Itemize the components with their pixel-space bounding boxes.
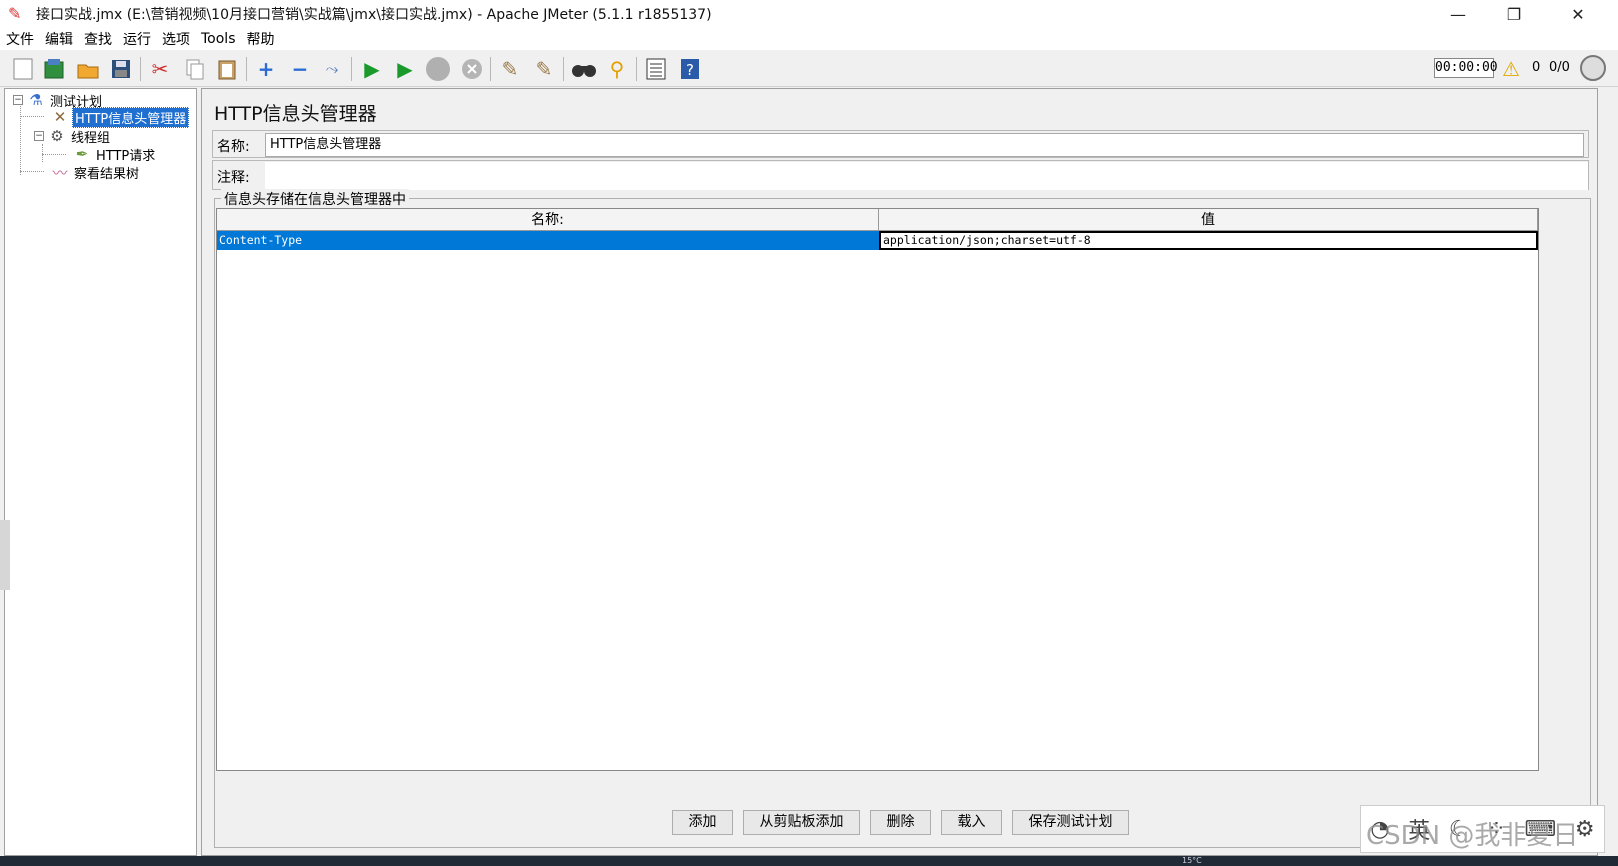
elapsed-timer: 00:00:00	[1434, 58, 1498, 78]
column-header-value[interactable]: 值	[879, 209, 1538, 231]
tree-connector	[20, 171, 44, 172]
add-from-clipboard-button[interactable]: 从剪贴板添加	[743, 810, 860, 835]
search-icon[interactable]	[570, 55, 598, 83]
warning-icon[interactable]: ⚠	[1502, 57, 1520, 81]
save-test-plan-button[interactable]: 保存测试计划	[1012, 810, 1129, 835]
delete-button[interactable]: 删除	[870, 810, 931, 835]
shutdown-icon[interactable]	[458, 55, 486, 83]
active-threads: 0/0	[1549, 60, 1570, 75]
toolbar-separator	[563, 57, 564, 81]
header-manager-panel: HTTP信息头管理器 名称: HTTP信息头管理器 注释: 信息头存储在信息头管…	[201, 88, 1598, 856]
tree-connector	[20, 103, 21, 175]
toolbar: ✂ + − ⤳ ▶ ▶ ✎ ✎ ⚲ ? 00:00:00 ⚠ 0 0/0	[0, 51, 1618, 87]
title-bar: ✎ 接口实战.jmx (E:\营销视频\10月接口营销\实战篇\jmx\接口实战…	[0, 0, 1618, 28]
paste-icon[interactable]	[213, 55, 241, 83]
tree-connector	[42, 144, 43, 162]
splitter-handle[interactable]	[0, 520, 10, 590]
copy-icon[interactable]	[181, 55, 209, 83]
name-row: 名称: HTTP信息头管理器	[212, 130, 1589, 158]
tree-label: HTTP请求	[96, 148, 156, 164]
collapse-icon[interactable]: −	[286, 55, 314, 83]
menu-options[interactable]: 选项	[162, 29, 190, 49]
function-helper-icon[interactable]	[642, 55, 670, 83]
collapse-toggle[interactable]: −	[34, 131, 44, 141]
column-header-name[interactable]: 名称:	[217, 209, 879, 231]
start-no-pause-icon[interactable]: ▶	[391, 55, 419, 83]
open-icon[interactable]	[74, 55, 102, 83]
tree-node-header-manager[interactable]: ✕ HTTP信息头管理器	[51, 106, 190, 128]
stop-icon[interactable]	[424, 55, 452, 83]
gear-icon: ⚙	[50, 127, 64, 145]
comment-label: 注释:	[217, 170, 250, 186]
test-plan-tree: − ⚗ 测试计划 ✕ HTTP信息头管理器 − ⚙ 线程组 ✒ HTTP请求 〰…	[4, 88, 197, 856]
cut-icon[interactable]: ✂	[146, 55, 174, 83]
tree-connector	[20, 116, 44, 117]
tree-label: 察看结果树	[74, 166, 140, 182]
jmeter-feather-icon: ✎	[8, 4, 22, 23]
taskbar-temperature: 15°C	[1182, 856, 1202, 865]
name-label: 名称:	[217, 139, 250, 155]
tree-node-thread-group[interactable]: − ⚙ 线程组	[34, 127, 112, 146]
menu-search[interactable]: 查找	[84, 29, 112, 49]
tree-node-http-request[interactable]: ✒ HTTP请求	[73, 145, 157, 164]
collapse-toggle[interactable]: −	[13, 95, 23, 105]
save-icon[interactable]	[107, 55, 135, 83]
headers-table: 名称: 值 Content-Type application/json;char…	[216, 208, 1539, 771]
menu-edit[interactable]: 编辑	[45, 29, 73, 49]
menu-help[interactable]: 帮助	[247, 29, 275, 49]
tree-label: 线程组	[71, 130, 111, 146]
name-field[interactable]: HTTP信息头管理器	[265, 133, 1584, 157]
window-title: 接口实战.jmx (E:\营销视频\10月接口营销\实战篇\jmx\接口实战.j…	[36, 7, 712, 23]
chart-icon: 〰	[52, 163, 68, 182]
toolbar-separator	[246, 57, 247, 81]
menu-file[interactable]: 文件	[6, 29, 34, 49]
toolbar-separator	[490, 57, 491, 81]
tools-icon: ✕	[53, 108, 67, 126]
tree-node-result-tree[interactable]: 〰 察看结果树	[51, 163, 141, 182]
menu-bar: 文件 编辑 查找 运行 选项 Tools 帮助	[0, 28, 1618, 50]
header-name-cell[interactable]: Content-Type	[217, 231, 879, 250]
toolbar-separator	[351, 57, 352, 81]
table-row[interactable]: Content-Type application/json;charset=ut…	[217, 231, 1538, 250]
start-icon[interactable]: ▶	[358, 55, 386, 83]
toolbar-separator	[636, 57, 637, 81]
new-icon[interactable]	[9, 55, 37, 83]
warning-count: 0	[1532, 60, 1541, 75]
page-title: HTTP信息头管理器	[214, 103, 377, 125]
minimize-button[interactable]: —	[1434, 0, 1482, 28]
pipette-icon: ✒	[75, 145, 89, 163]
maximize-button[interactable]: ❐	[1490, 0, 1538, 28]
toggle-icon[interactable]: ⤳	[318, 55, 346, 83]
tree-label: HTTP信息头管理器	[72, 106, 190, 128]
remote-status-icon	[1580, 55, 1606, 81]
templates-icon[interactable]	[40, 55, 68, 83]
load-button[interactable]: 载入	[941, 810, 1002, 835]
close-button[interactable]: ✕	[1554, 0, 1602, 28]
menu-run[interactable]: 运行	[123, 29, 151, 49]
taskbar	[0, 856, 1618, 866]
svg-text:?: ?	[686, 61, 694, 79]
comment-field[interactable]	[265, 162, 1588, 190]
expand-icon[interactable]: +	[252, 55, 280, 83]
help-icon[interactable]: ?	[676, 55, 704, 83]
reset-search-icon[interactable]: ⚲	[603, 55, 631, 83]
comment-row: 注释:	[212, 160, 1589, 190]
toolbar-separator	[140, 57, 141, 81]
group-title: 信息头存储在信息头管理器中	[221, 189, 409, 209]
clear-all-icon[interactable]: ✎	[530, 55, 558, 83]
add-button[interactable]: 添加	[672, 810, 733, 835]
menu-tools[interactable]: Tools	[201, 31, 236, 47]
watermark: CSDN @我非夏日	[1366, 821, 1579, 851]
clear-icon[interactable]: ✎	[496, 55, 524, 83]
tree-connector	[42, 154, 66, 155]
header-value-cell[interactable]: application/json;charset=utf-8	[879, 231, 1538, 250]
test-plan-icon: ⚗	[29, 91, 43, 109]
